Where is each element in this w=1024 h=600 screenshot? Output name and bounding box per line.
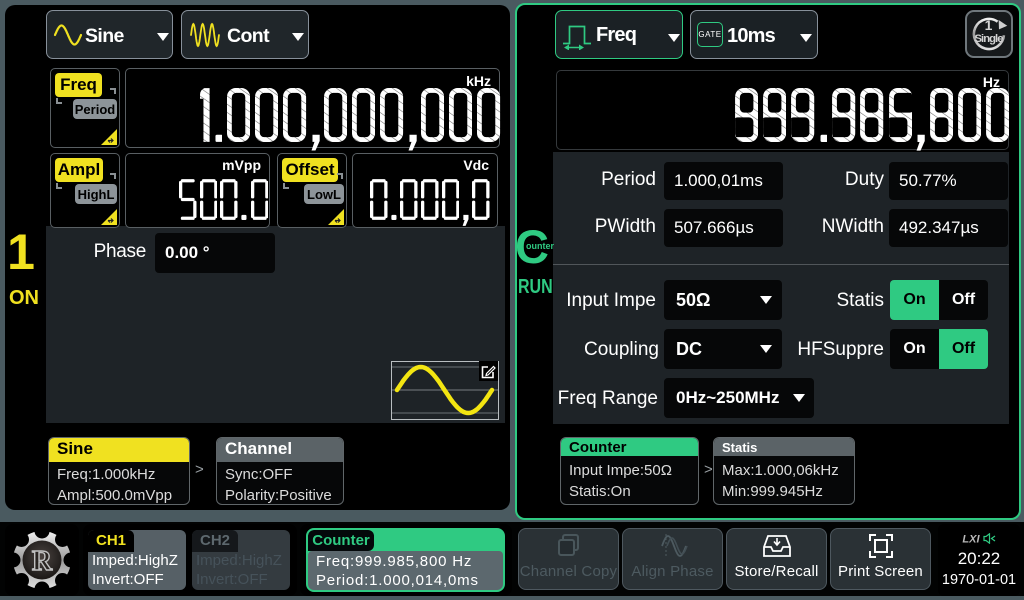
- svg-text:1: 1: [985, 17, 993, 33]
- svg-text:R: R: [32, 546, 53, 577]
- svg-text:Single: Single: [975, 33, 1004, 45]
